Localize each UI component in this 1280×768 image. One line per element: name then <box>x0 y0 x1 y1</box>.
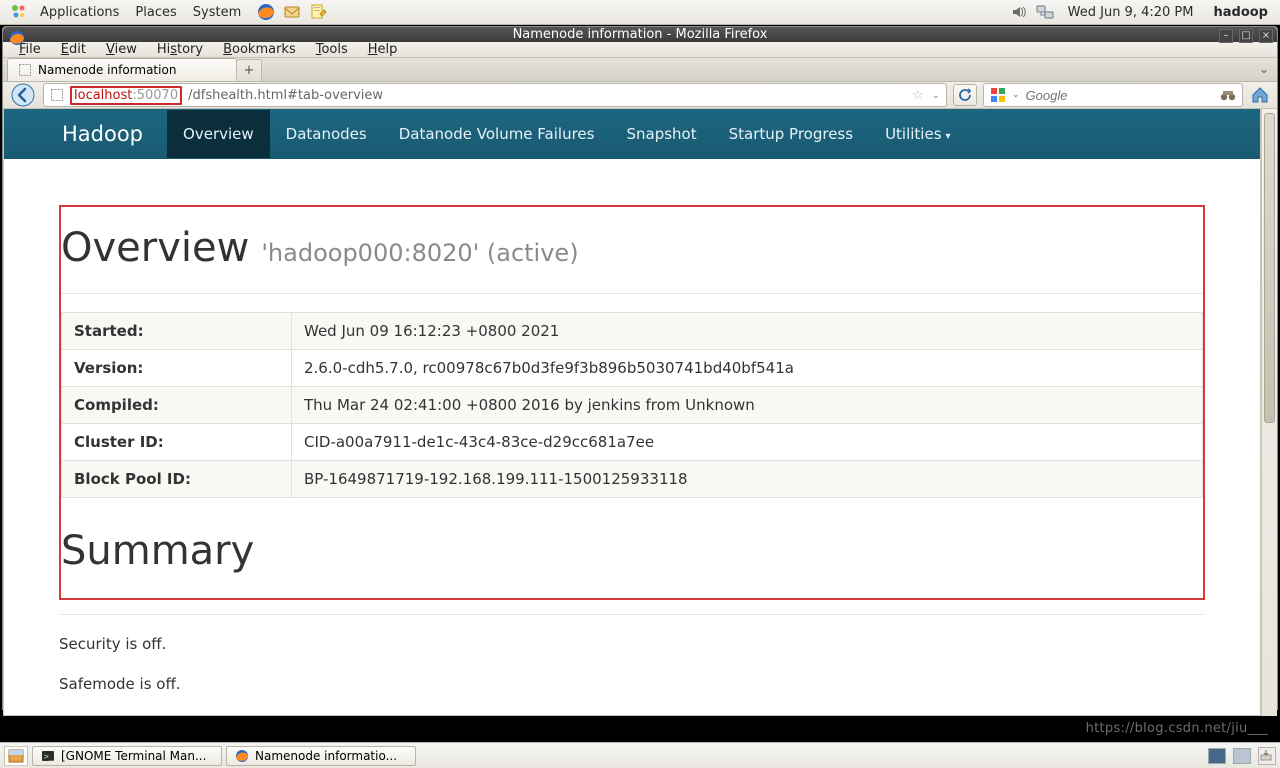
gnome-menu-places[interactable]: Places <box>127 5 184 20</box>
overview-heading: Overview 'hadoop000:8020' (active) <box>61 225 1203 271</box>
tray-icon[interactable] <box>1258 747 1276 765</box>
firefox-titlebar: Namenode information - Mozilla Firefox –… <box>3 27 1277 42</box>
task-label: Namenode informatio... <box>255 749 397 763</box>
task-terminal[interactable]: >_ [GNOME Terminal Man... <box>32 746 222 766</box>
firefox-launcher-icon[interactable] <box>256 2 276 22</box>
site-identity-icon[interactable] <box>50 88 64 102</box>
menu-tools[interactable]: Tools <box>306 42 358 57</box>
binoculars-icon[interactable] <box>1220 88 1236 102</box>
window-minimize-button[interactable]: – <box>1219 29 1233 43</box>
info-key: Block Pool ID: <box>62 461 292 498</box>
browser-viewport: Hadoop Overview Datanodes Datanode Volum… <box>3 109 1261 716</box>
overview-subtitle: 'hadoop000:8020' (active) <box>261 239 578 267</box>
table-row: Version:2.6.0-cdh5.7.0, rc00978c67b0d3fe… <box>62 350 1203 387</box>
google-engine-icon[interactable] <box>990 87 1006 103</box>
window-close-button[interactable]: × <box>1259 29 1273 43</box>
volume-icon[interactable] <box>1009 2 1029 22</box>
table-row: Compiled:Thu Mar 24 02:41:00 +0800 2016 … <box>62 387 1203 424</box>
namenode-navbar: Hadoop Overview Datanodes Datanode Volum… <box>4 109 1260 159</box>
bookmark-star-icon[interactable]: ☆ <box>912 88 924 103</box>
reload-button[interactable] <box>953 84 977 106</box>
menu-history[interactable]: History <box>147 42 213 57</box>
evolution-launcher-icon[interactable] <box>282 2 302 22</box>
vertical-scrollbar[interactable] <box>1261 109 1277 716</box>
tab-favicon-icon <box>18 63 32 77</box>
engine-chevron-icon[interactable]: ⌄ <box>1012 90 1020 100</box>
gnome-bottom-panel: >_ [GNOME Terminal Man... Namenode infor… <box>0 742 1280 768</box>
task-firefox[interactable]: Namenode informatio... <box>226 746 416 766</box>
watermark-text: https://blog.csdn.net/jiu___ <box>1086 721 1268 736</box>
panel-clock[interactable]: Wed Jun 9, 4:20 PM <box>1058 5 1204 20</box>
info-key: Version: <box>62 350 292 387</box>
navbar-brand[interactable]: Hadoop <box>12 122 167 146</box>
table-row: Block Pool ID:BP-1649871719-192.168.199.… <box>62 461 1203 498</box>
url-port: :50070 <box>132 88 178 103</box>
tabs-overflow-chevron-icon[interactable]: ⌄ <box>1259 62 1269 76</box>
overview-table: Started:Wed Jun 09 16:12:23 +0800 2021Ve… <box>61 312 1203 498</box>
network-icon[interactable] <box>1035 2 1055 22</box>
safemode-status: Safemode is off. <box>59 675 1205 693</box>
firefox-menubar: File Edit View History Bookmarks Tools H… <box>3 42 1277 58</box>
nav-startup-progress[interactable]: Startup Progress <box>713 110 869 158</box>
panel-user[interactable]: hadoop <box>1203 5 1274 20</box>
info-value: CID-a00a7911-de1c-43c4-83ce-d29cc681a7ee <box>292 424 1203 461</box>
caret-down-icon: ▾ <box>946 131 951 142</box>
workspace-switcher-1[interactable] <box>1208 748 1226 764</box>
gnome-menu-applications[interactable]: Applications <box>32 5 127 20</box>
table-row: Cluster ID:CID-a00a7911-de1c-43c4-83ce-d… <box>62 424 1203 461</box>
terminal-icon: >_ <box>41 749 55 763</box>
overview-title: Overview <box>61 225 249 271</box>
nav-back-button[interactable] <box>9 82 37 108</box>
info-value: Wed Jun 09 16:12:23 +0800 2021 <box>292 313 1203 350</box>
info-value: 2.6.0-cdh5.7.0, rc00978c67b0d3fe9f3b896b… <box>292 350 1203 387</box>
show-desktop-button[interactable] <box>4 746 28 766</box>
browser-tab-active[interactable]: Namenode information <box>7 58 237 81</box>
menu-help[interactable]: Help <box>358 42 408 57</box>
gnome-foot-icon <box>9 2 29 22</box>
info-value: BP-1649871719-192.168.199.111-1500125933… <box>292 461 1203 498</box>
url-dropdown-chevron-icon[interactable]: ⌄ <box>932 90 940 101</box>
info-value: Thu Mar 24 02:41:00 +0800 2016 by jenkin… <box>292 387 1203 424</box>
nav-snapshot[interactable]: Snapshot <box>610 110 712 158</box>
task-label: [GNOME Terminal Man... <box>61 749 206 763</box>
tab-title: Namenode information <box>38 63 176 77</box>
nav-datanodes[interactable]: Datanodes <box>270 110 383 158</box>
info-key: Started: <box>62 313 292 350</box>
firefox-icon <box>235 749 249 763</box>
search-bar[interactable]: ⌄ <box>983 83 1243 107</box>
url-path: /dfshealth.html#tab-overview <box>188 88 383 103</box>
menu-bookmarks[interactable]: Bookmarks <box>213 42 306 57</box>
gedit-launcher-icon[interactable] <box>308 2 328 22</box>
firefox-icon <box>9 30 25 46</box>
url-highlight-box: localhost:50070 <box>70 86 182 105</box>
firefox-tabstrip: Namenode information + ⌄ <box>3 58 1277 82</box>
firefox-url-toolbar: localhost:50070 /dfshealth.html#tab-over… <box>3 82 1277 109</box>
workspace-switcher-2[interactable] <box>1233 748 1251 764</box>
gnome-top-panel: Applications Places System Wed Jun 9, 4:… <box>0 0 1280 25</box>
svg-text:>_: >_ <box>44 752 54 761</box>
firefox-window-title: Namenode information - Mozilla Firefox <box>513 27 768 42</box>
url-host: localhost <box>74 88 132 103</box>
new-tab-button[interactable]: + <box>236 59 262 81</box>
security-status: Security is off. <box>59 635 1205 653</box>
overview-highlight-frame: Overview 'hadoop000:8020' (active) Start… <box>59 205 1205 600</box>
url-bar[interactable]: localhost:50070 /dfshealth.html#tab-over… <box>43 83 947 107</box>
nav-volume-failures[interactable]: Datanode Volume Failures <box>383 110 611 158</box>
info-key: Cluster ID: <box>62 424 292 461</box>
firefox-window: Namenode information - Mozilla Firefox –… <box>2 26 1278 710</box>
summary-heading: Summary <box>61 528 1203 574</box>
gnome-menu-system[interactable]: System <box>185 5 249 20</box>
scrollbar-thumb[interactable] <box>1264 113 1275 423</box>
info-key: Compiled: <box>62 387 292 424</box>
home-button[interactable] <box>1249 84 1271 106</box>
nav-overview[interactable]: Overview <box>167 110 270 158</box>
menu-edit[interactable]: Edit <box>51 42 96 57</box>
nav-utilities[interactable]: Utilities▾ <box>869 110 967 158</box>
table-row: Started:Wed Jun 09 16:12:23 +0800 2021 <box>62 313 1203 350</box>
menu-view[interactable]: View <box>96 42 147 57</box>
window-maximize-button[interactable]: □ <box>1239 29 1253 43</box>
search-input[interactable] <box>1026 88 1214 103</box>
